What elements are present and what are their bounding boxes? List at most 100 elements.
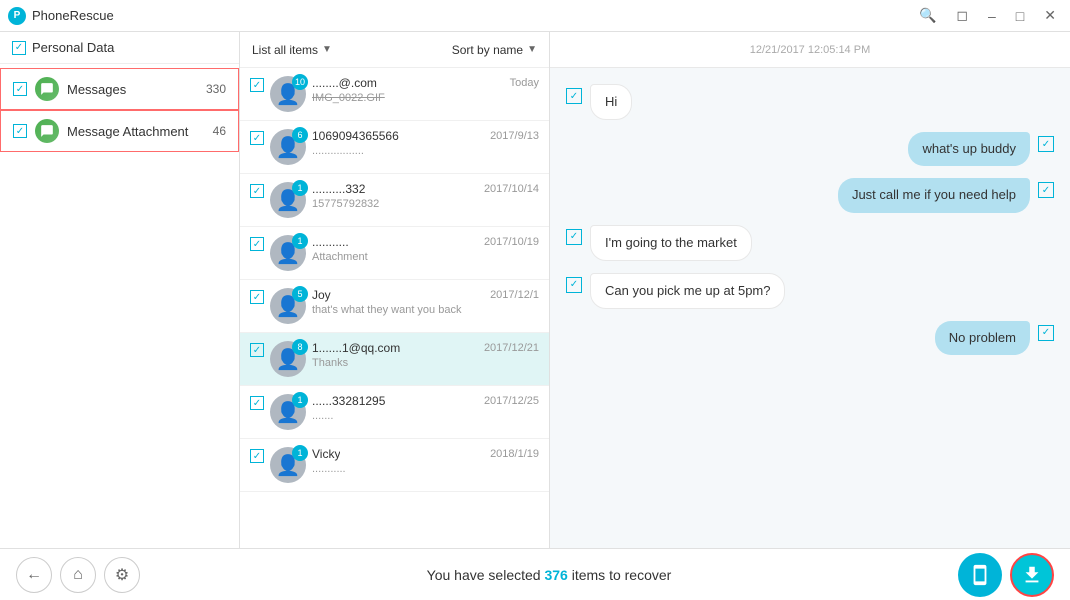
msg-preview: IMG_0022.GIF xyxy=(312,92,539,104)
list-all-button[interactable]: List all items ▼ xyxy=(252,43,332,57)
msg-item-check[interactable]: ✓ xyxy=(250,290,264,304)
chat-bubble: Can you pick me up at 5pm? xyxy=(590,273,785,309)
msg-content: ..........332 2017/10/14 15775792832 xyxy=(312,182,539,210)
messages-label: Messages xyxy=(67,82,198,97)
message-list-item[interactable]: ✓ 👤 6 1069094365566 2017/9/13 ..........… xyxy=(240,121,549,174)
msg-item-check[interactable]: ✓ xyxy=(250,449,264,463)
attachment-icon xyxy=(35,119,59,143)
msg-content: ........@.com Today IMG_0022.GIF xyxy=(312,76,539,104)
msg-name: ........@.com xyxy=(312,76,377,90)
chat-panel: 12/21/2017 12:05:14 PM ✓ Hi ✓ what's up … xyxy=(550,32,1070,548)
list-all-arrow-icon: ▼ xyxy=(322,44,332,55)
chat-msg-check[interactable]: ✓ xyxy=(1038,182,1054,198)
chat-msg-check[interactable]: ✓ xyxy=(1038,136,1054,152)
chat-bubble: Just call me if you need help xyxy=(838,178,1030,212)
search-icon[interactable]: 🔍 xyxy=(913,5,942,26)
msg-item-check[interactable]: ✓ xyxy=(250,237,264,251)
message-list-item[interactable]: ✓ 👤 1 Vicky 2018/1/19 ........... xyxy=(240,439,549,492)
sort-arrow-icon: ▼ xyxy=(527,44,537,55)
device-button[interactable] xyxy=(958,553,1002,597)
status-text: You have selected xyxy=(427,567,541,583)
personal-data-check[interactable]: ✓ xyxy=(12,41,26,55)
msg-badge: 1 xyxy=(292,180,308,196)
chat-bubble: Hi xyxy=(590,84,632,120)
msg-preview: ........... xyxy=(312,463,539,475)
back-button[interactable]: ← xyxy=(16,557,52,593)
chat-header: 12/21/2017 12:05:14 PM xyxy=(550,32,1070,68)
msg-content: Joy 2017/12/1 that's what they want you … xyxy=(312,288,539,316)
settings-button[interactable]: ⚙ xyxy=(104,557,140,593)
msg-content: ........... 2017/10/19 Attachment xyxy=(312,235,539,263)
msg-preview: ....... xyxy=(312,410,539,422)
message-list-item[interactable]: ✓ 👤 1 ..........332 2017/10/14 157757928… xyxy=(240,174,549,227)
chat-msg-check[interactable]: ✓ xyxy=(566,277,582,293)
minimize-icon[interactable]: – xyxy=(982,6,1002,26)
msg-item-check[interactable]: ✓ xyxy=(250,343,264,357)
msg-name: ......33281295 xyxy=(312,394,385,408)
msg-content: ......33281295 2017/12/25 ....... xyxy=(312,394,539,422)
msg-name: 1.......1@qq.com xyxy=(312,341,400,355)
msg-badge: 6 xyxy=(292,127,308,143)
msg-content: 1069094365566 2017/9/13 ................… xyxy=(312,129,539,157)
messages-toolbar: List all items ▼ Sort by name ▼ xyxy=(240,32,549,68)
message-list-item[interactable]: ✓ 👤 8 1.......1@qq.com 2017/12/21 Thanks xyxy=(240,333,549,386)
messages-count: 330 xyxy=(206,82,226,96)
sidebar-header: ✓ Personal Data xyxy=(0,32,239,64)
bottom-status: You have selected 376 items to recover xyxy=(427,567,672,583)
msg-item-check[interactable]: ✓ xyxy=(250,131,264,145)
chat-message-received: ✓ Can you pick me up at 5pm? xyxy=(566,273,1054,309)
bottom-actions xyxy=(958,553,1054,597)
chat-msg-check[interactable]: ✓ xyxy=(566,88,582,104)
close-icon[interactable]: ✕ xyxy=(1038,5,1062,26)
msg-content: 1.......1@qq.com 2017/12/21 Thanks xyxy=(312,341,539,369)
bottom-bar: ← ⌂ ⚙ You have selected 376 items to rec… xyxy=(0,548,1070,600)
sidebar-item-messages[interactable]: ✓ Messages 330 xyxy=(0,68,239,110)
chat-message-sent: ✓ what's up buddy xyxy=(566,132,1054,166)
main-layout: ✓ Personal Data ✓ Messages 330 ✓ Message… xyxy=(0,32,1070,548)
message-list-item[interactable]: ✓ 👤 5 Joy 2017/12/1 that's what they wan… xyxy=(240,280,549,333)
msg-item-check[interactable]: ✓ xyxy=(250,396,264,410)
sort-by-name-button[interactable]: Sort by name ▼ xyxy=(452,43,537,57)
attachment-check[interactable]: ✓ xyxy=(13,124,27,138)
msg-item-check[interactable]: ✓ xyxy=(250,78,264,92)
sort-label: Sort by name xyxy=(452,43,523,57)
chat-bubble: No problem xyxy=(935,321,1030,355)
msg-name: Joy xyxy=(312,288,331,302)
msg-date: 2017/10/14 xyxy=(484,183,539,195)
msg-name: ..........332 xyxy=(312,182,365,196)
sidebar: ✓ Personal Data ✓ Messages 330 ✓ Message… xyxy=(0,32,240,548)
msg-item-check[interactable]: ✓ xyxy=(250,184,264,198)
msg-preview: Thanks xyxy=(312,357,539,369)
msg-date: 2017/12/1 xyxy=(490,289,539,301)
msg-preview: ................. xyxy=(312,145,539,157)
msg-badge: 1 xyxy=(292,233,308,249)
messages-list: ✓ 👤 10 ........@.com Today IMG_0022.GIF … xyxy=(240,68,549,548)
selected-count: 376 xyxy=(544,567,567,583)
message-list-item[interactable]: ✓ 👤 1 ......33281295 2017/12/25 ....... xyxy=(240,386,549,439)
msg-preview: that's what they want you back xyxy=(312,304,539,316)
msg-date: Today xyxy=(510,77,539,89)
restore-icon[interactable]: ◻ xyxy=(950,5,974,26)
msg-preview: 15775792832 xyxy=(312,198,539,210)
msg-name: 1069094365566 xyxy=(312,129,399,143)
message-list-item[interactable]: ✓ 👤 1 ........... 2017/10/19 Attachment xyxy=(240,227,549,280)
chat-msg-check[interactable]: ✓ xyxy=(566,229,582,245)
messages-check[interactable]: ✓ xyxy=(13,82,27,96)
titlebar: P PhoneRescue 🔍 ◻ – □ ✕ xyxy=(0,0,1070,32)
chat-message-sent: ✓ Just call me if you need help xyxy=(566,178,1054,212)
attachment-label: Message Attachment xyxy=(67,124,205,139)
personal-data-label: Personal Data xyxy=(32,40,114,55)
chat-message-received: ✓ Hi xyxy=(566,84,1054,120)
message-list-item[interactable]: ✓ 👤 10 ........@.com Today IMG_0022.GIF xyxy=(240,68,549,121)
sidebar-item-attachment[interactable]: ✓ Message Attachment 46 xyxy=(0,110,239,152)
chat-msg-check[interactable]: ✓ xyxy=(1038,325,1054,341)
msg-date: 2018/1/19 xyxy=(490,448,539,460)
app-logo: P xyxy=(8,7,26,25)
msg-name: Vicky xyxy=(312,447,340,461)
home-button[interactable]: ⌂ xyxy=(60,557,96,593)
messages-panel: List all items ▼ Sort by name ▼ ✓ 👤 10 .… xyxy=(240,32,550,548)
items-label: items to recover xyxy=(572,567,672,583)
chat-timestamp: 12/21/2017 12:05:14 PM xyxy=(750,44,870,56)
maximize-icon[interactable]: □ xyxy=(1010,6,1030,26)
recover-button[interactable] xyxy=(1010,553,1054,597)
